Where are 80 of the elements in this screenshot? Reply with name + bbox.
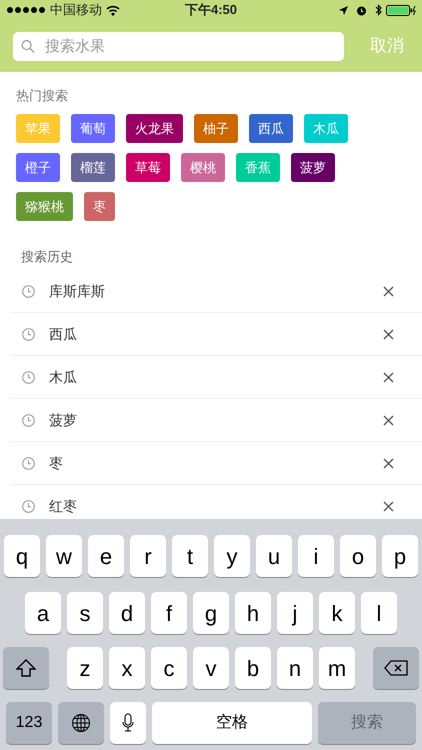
globe-icon <box>71 713 91 733</box>
shift-icon <box>16 659 36 677</box>
keyboard-key[interactable]: y <box>214 535 250 577</box>
backspace-icon <box>384 660 408 676</box>
history-text: 红枣 <box>49 496 78 516</box>
battery-icon <box>386 4 416 16</box>
keyboard-key[interactable]: s <box>67 592 103 634</box>
keyboard-key[interactable]: o <box>340 535 376 577</box>
bluetooth-icon <box>375 4 382 16</box>
clock-icon <box>22 328 35 340</box>
keyboard-key[interactable]: n <box>277 647 313 689</box>
keyboard-key[interactable]: i <box>298 535 334 577</box>
tag-chip[interactable]: 西瓜 <box>249 114 293 142</box>
space-key[interactable]: 空格 <box>152 702 312 744</box>
history-row[interactable]: 枣 <box>10 442 422 485</box>
keyboard-key[interactable]: r <box>130 535 166 577</box>
keyboard-key[interactable]: u <box>256 535 292 577</box>
history-text: 西瓜 <box>49 324 78 344</box>
location-icon <box>339 6 348 14</box>
keyboard-key[interactable]: v <box>193 647 229 689</box>
clock-time: 下午4:50 <box>184 1 238 20</box>
keyboard-key[interactable]: t <box>172 535 208 577</box>
history-row[interactable]: 菠萝 <box>10 399 422 442</box>
keyboard-key[interactable]: e <box>88 535 124 577</box>
keyboard-key[interactable]: f <box>151 592 187 634</box>
delete-key[interactable] <box>373 647 419 689</box>
history-row[interactable]: 木瓜 <box>10 356 422 399</box>
history-text: 木瓜 <box>49 368 78 386</box>
close-icon[interactable] <box>383 328 394 340</box>
microphone-icon <box>122 713 134 733</box>
tag-chip[interactable]: 火龙果 <box>126 114 183 142</box>
history-text: 库斯库斯 <box>49 282 106 300</box>
keyboard-key[interactable]: g <box>193 592 229 634</box>
close-icon[interactable] <box>383 458 394 468</box>
keyboard-key[interactable]: b <box>235 647 271 689</box>
tag-chip[interactable]: 柚子 <box>194 114 238 142</box>
close-icon[interactable] <box>383 372 394 382</box>
clock-icon <box>22 284 35 298</box>
history-text: 菠萝 <box>49 410 78 430</box>
tag-chip[interactable]: 菠萝 <box>291 152 335 182</box>
keyboard-key[interactable]: m <box>319 647 355 689</box>
tag-chip[interactable]: 葡萄 <box>71 114 115 142</box>
keyboard-key[interactable]: w <box>46 535 82 577</box>
keyboard-key[interactable]: a <box>25 592 61 634</box>
keyboard-key[interactable]: z <box>67 647 103 689</box>
shift-key[interactable] <box>3 647 49 689</box>
close-icon[interactable] <box>383 286 394 296</box>
keyboard-key[interactable]: d <box>109 592 145 634</box>
close-icon[interactable] <box>383 414 394 426</box>
clock-icon <box>22 370 35 384</box>
keyboard-key[interactable]: j <box>277 592 313 634</box>
wifi-icon <box>106 4 120 16</box>
tag-chip[interactable]: 樱桃 <box>181 152 225 182</box>
section-title: 热门搜索 <box>16 87 68 105</box>
clock-icon <box>22 456 35 470</box>
carrier-name: 中国移动 <box>50 1 102 20</box>
search-icon <box>21 38 35 54</box>
keyboard-key[interactable]: l <box>361 592 397 634</box>
globe-key[interactable] <box>58 702 104 744</box>
history-row[interactable]: 西瓜 <box>10 313 422 356</box>
keyboard-key[interactable]: p <box>382 535 418 577</box>
tag-chip[interactable]: 草莓 <box>126 152 170 182</box>
alarm-icon <box>356 4 367 16</box>
keyboard-key[interactable]: h <box>235 592 271 634</box>
numbers-key[interactable]: 123 <box>6 702 52 744</box>
signal-icon <box>6 6 46 14</box>
clock-icon <box>22 500 35 512</box>
keyboard-key[interactable]: c <box>151 647 187 689</box>
clock-icon <box>22 414 35 426</box>
close-icon[interactable] <box>383 500 394 512</box>
keyboard-key[interactable]: q <box>4 535 40 577</box>
tag-chip[interactable]: 枣 <box>84 192 115 220</box>
keyboard-key[interactable]: x <box>109 647 145 689</box>
tag-chip[interactable]: 榴莲 <box>71 152 115 182</box>
tag-chip[interactable]: 橙子 <box>16 152 60 182</box>
history-row[interactable]: 库斯库斯 <box>10 270 422 313</box>
section-title: 搜索历史 <box>21 248 73 266</box>
history-text: 枣 <box>49 454 64 472</box>
microphone-key[interactable] <box>110 702 146 744</box>
keyboard-key[interactable]: k <box>319 592 355 634</box>
